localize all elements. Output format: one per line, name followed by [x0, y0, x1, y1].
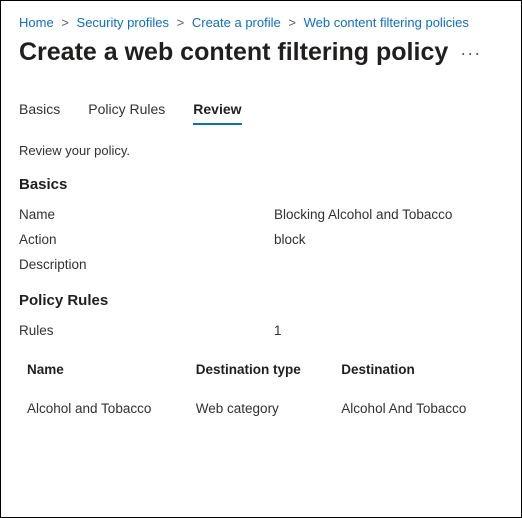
review-intro: Review your policy.	[19, 143, 503, 158]
col-destination[interactable]: Destination	[333, 352, 503, 387]
title-row: Create a web content filtering policy ··…	[19, 38, 503, 67]
chevron-right-icon: >	[288, 15, 296, 30]
basics-description-label: Description	[19, 257, 274, 272]
col-name[interactable]: Name	[19, 352, 188, 387]
rules-count-value: 1	[274, 323, 503, 338]
section-heading-policy-rules: Policy Rules	[19, 292, 503, 309]
tab-review[interactable]: Review	[193, 97, 241, 125]
tab-policy-rules[interactable]: Policy Rules	[88, 97, 165, 125]
rules-table-header-row: Name Destination type Destination	[19, 352, 503, 387]
rules-table: Name Destination type Destination Alcoho…	[19, 352, 503, 426]
rule-name: Alcohol and Tobacco	[19, 387, 188, 426]
chevron-right-icon: >	[177, 15, 185, 30]
rule-destination-type: Web category	[188, 387, 334, 426]
basics-name-value: Blocking Alcohol and Tobacco	[274, 207, 503, 222]
breadcrumb-security-profiles[interactable]: Security profiles	[77, 15, 169, 30]
rules-count-label: Rules	[19, 323, 274, 338]
basics-name-label: Name	[19, 207, 274, 222]
tabs: Basics Policy Rules Review	[19, 97, 503, 125]
tab-basics[interactable]: Basics	[19, 97, 60, 125]
basics-description-value	[274, 257, 503, 272]
breadcrumb: Home > Security profiles > Create a prof…	[19, 15, 503, 30]
basics-action-value: block	[274, 232, 503, 247]
breadcrumb-create-profile[interactable]: Create a profile	[192, 15, 281, 30]
rules-summary: Rules 1	[19, 323, 503, 338]
chevron-right-icon: >	[61, 15, 69, 30]
section-heading-basics: Basics	[19, 176, 503, 193]
page-frame: Home > Security profiles > Create a prof…	[0, 0, 522, 518]
basics-summary: Name Blocking Alcohol and Tobacco Action…	[19, 207, 503, 272]
basics-action-label: Action	[19, 232, 274, 247]
rule-destination: Alcohol And Tobacco	[333, 387, 503, 426]
table-row[interactable]: Alcohol and Tobacco Web category Alcohol…	[19, 387, 503, 426]
page-title: Create a web content filtering policy	[19, 38, 448, 67]
breadcrumb-home[interactable]: Home	[19, 15, 54, 30]
breadcrumb-web-content-filtering-policies[interactable]: Web content filtering policies	[304, 15, 469, 30]
col-destination-type[interactable]: Destination type	[188, 352, 334, 387]
more-icon[interactable]: ···	[460, 44, 481, 62]
